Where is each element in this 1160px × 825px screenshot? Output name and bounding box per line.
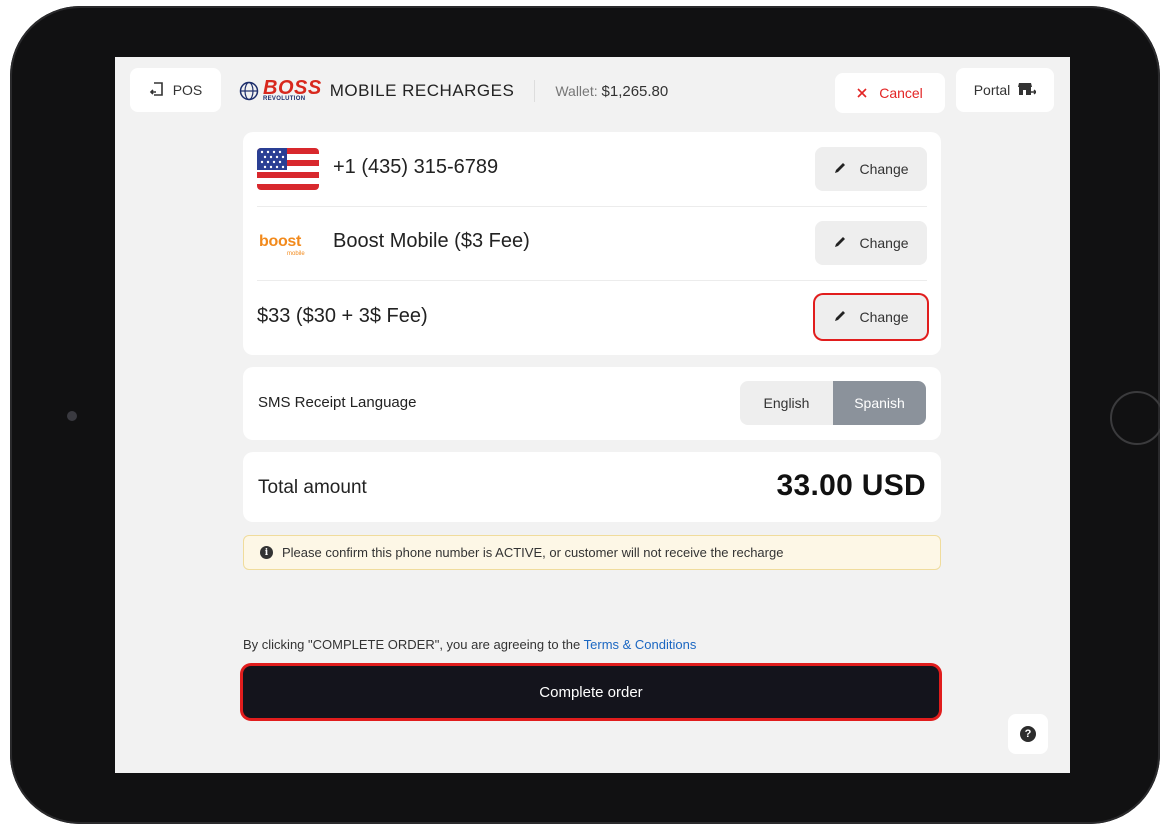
us-flag-icon: [257, 148, 319, 190]
logo-word: BOSS: [263, 77, 322, 99]
cancel-button[interactable]: Cancel: [835, 73, 945, 113]
change-label: Change: [859, 235, 909, 251]
change-carrier-button[interactable]: Change: [815, 221, 927, 265]
header-divider: [534, 80, 536, 102]
pencil-icon: [833, 161, 847, 178]
language-toggle: English Spanish: [740, 381, 926, 425]
total-value: 33.00 USD: [776, 469, 926, 502]
wallet-balance: Wallet: $1,265.80: [555, 83, 668, 100]
portal-button[interactable]: Portal: [956, 68, 1054, 112]
recharge-amount: $33 ($30 + 3$ Fee): [257, 305, 428, 327]
sms-language-label: SMS Receipt Language: [258, 394, 417, 411]
change-label: Change: [859, 161, 909, 177]
app-title: MOBILE RECHARGES: [329, 81, 515, 100]
sms-language-card: SMS Receipt Language English Spanish: [243, 367, 941, 440]
total-label: Total amount: [258, 477, 367, 498]
carrier-name: Boost Mobile ($3 Fee): [333, 230, 530, 252]
pencil-icon: [833, 309, 847, 326]
wallet-label: Wallet:: [555, 82, 598, 99]
language-option-english[interactable]: English: [740, 381, 833, 425]
pos-label: POS: [172, 82, 203, 98]
complete-order-label: Complete order: [539, 683, 643, 701]
amount-row: $33 ($30 + 3$ Fee) Change: [243, 280, 941, 354]
total-card: Total amount 33.00 USD: [243, 452, 941, 522]
change-amount-button[interactable]: Change: [815, 295, 927, 339]
phone-number: +1 (435) 315-6789: [333, 156, 499, 178]
phone-row: +1 (435) 315-6789 Change: [243, 132, 941, 206]
info-icon: i: [260, 546, 273, 559]
change-label: Change: [859, 309, 909, 325]
camera-dot: [67, 411, 77, 421]
pos-exit-icon: [149, 81, 165, 100]
wallet-amount: $1,265.80: [601, 82, 669, 100]
active-number-notice: i Please confirm this phone number is AC…: [243, 535, 941, 570]
help-button[interactable]: ?: [1008, 714, 1048, 754]
change-phone-button[interactable]: Change: [815, 147, 927, 191]
app-screen: POS BOSS REVOLUTION MOBILE RECHARGES Wal…: [115, 57, 1070, 773]
pos-button[interactable]: POS: [130, 68, 221, 112]
terms-prefix: By clicking "COMPLETE ORDER", you are ag…: [243, 637, 584, 652]
terms-link[interactable]: Terms & Conditions: [584, 637, 697, 652]
home-button[interactable]: [1110, 391, 1160, 445]
language-option-spanish[interactable]: Spanish: [833, 381, 926, 425]
brand-header: BOSS REVOLUTION MOBILE RECHARGES Wallet:…: [239, 75, 668, 107]
carrier-row: boost mobile Boost Mobile ($3 Fee) Chang…: [243, 206, 941, 280]
boost-mobile-logo-sub: mobile: [287, 251, 305, 257]
globe-icon: [239, 81, 259, 101]
pencil-icon: [833, 235, 847, 252]
cancel-label: Cancel: [879, 85, 923, 101]
order-details-card: +1 (435) 315-6789 Change boost mobile Bo…: [243, 132, 941, 355]
portal-label: Portal: [973, 82, 1011, 98]
terms-text: By clicking "COMPLETE ORDER", you are ag…: [243, 637, 696, 652]
notice-text: Please confirm this phone number is ACTI…: [282, 545, 784, 560]
complete-order-button[interactable]: Complete order: [243, 666, 939, 718]
boss-revolution-logo: BOSS REVOLUTION: [239, 77, 322, 102]
boost-mobile-logo: boost: [259, 233, 302, 250]
portal-store-icon: [1018, 81, 1038, 100]
cancel-x-icon: [857, 85, 867, 101]
help-icon: ?: [1020, 726, 1036, 742]
